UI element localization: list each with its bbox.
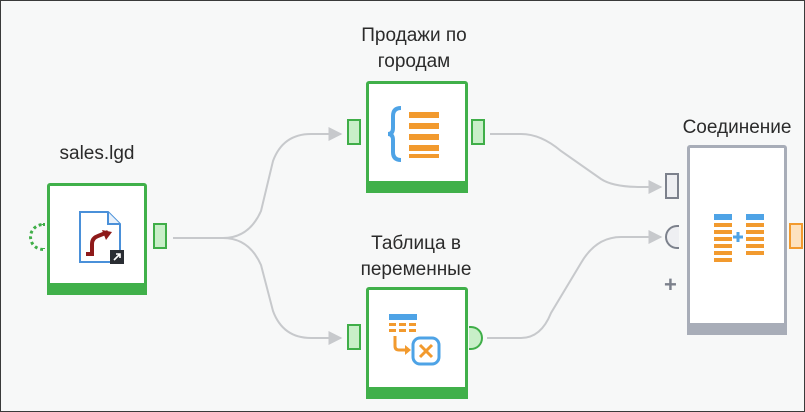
- node-label-line-1: Продажи по: [361, 25, 467, 46]
- node-label-line-2: городам: [377, 51, 451, 72]
- add-port-plus-icon[interactable]: +: [664, 274, 677, 296]
- node-status-bar: [47, 283, 147, 295]
- edge-table-to-vars-to-join[interactable]: [487, 230, 663, 339]
- node-table-to-vars[interactable]: [366, 287, 468, 399]
- braces-list-icon: [387, 106, 439, 162]
- output-port-source[interactable]: [153, 223, 167, 249]
- node-source[interactable]: [47, 183, 147, 295]
- table-to-variable-icon: [389, 314, 441, 366]
- node-sales-by-city[interactable]: [366, 81, 468, 193]
- node-status-bar: [366, 181, 468, 193]
- node-status-bar: [366, 387, 468, 399]
- node-label-source: sales.lgd: [59, 143, 135, 164]
- edge-sales-by-city-to-join[interactable]: [490, 133, 663, 194]
- node-label-line-2: переменные: [360, 259, 472, 280]
- node-label-table-to-vars: Таблица в переменные: [341, 231, 491, 283]
- edge-source-to-table-to-vars[interactable]: [222, 237, 343, 345]
- file-dataset-icon: [79, 211, 124, 264]
- node-join[interactable]: [687, 145, 787, 335]
- output-port-sales-by-city[interactable]: [471, 119, 485, 145]
- input-port-table-to-vars[interactable]: [347, 324, 361, 350]
- node-label-line-1: Таблица в: [371, 233, 461, 254]
- join-lists-icon: [714, 214, 764, 262]
- node-status-bar: [687, 323, 787, 335]
- node-label-sales-by-city: Продажи по городам: [335, 23, 493, 75]
- input-port-join-main[interactable]: [665, 173, 679, 199]
- edge-source-to-sales-by-city[interactable]: [173, 127, 343, 239]
- input-port-sales-by-city[interactable]: [347, 119, 361, 145]
- output-port-join[interactable]: [789, 223, 803, 249]
- workflow-canvas[interactable]: sales.lgd Продажи по городам Таблица в п…: [0, 0, 805, 412]
- node-label-join: Соединение: [682, 117, 792, 138]
